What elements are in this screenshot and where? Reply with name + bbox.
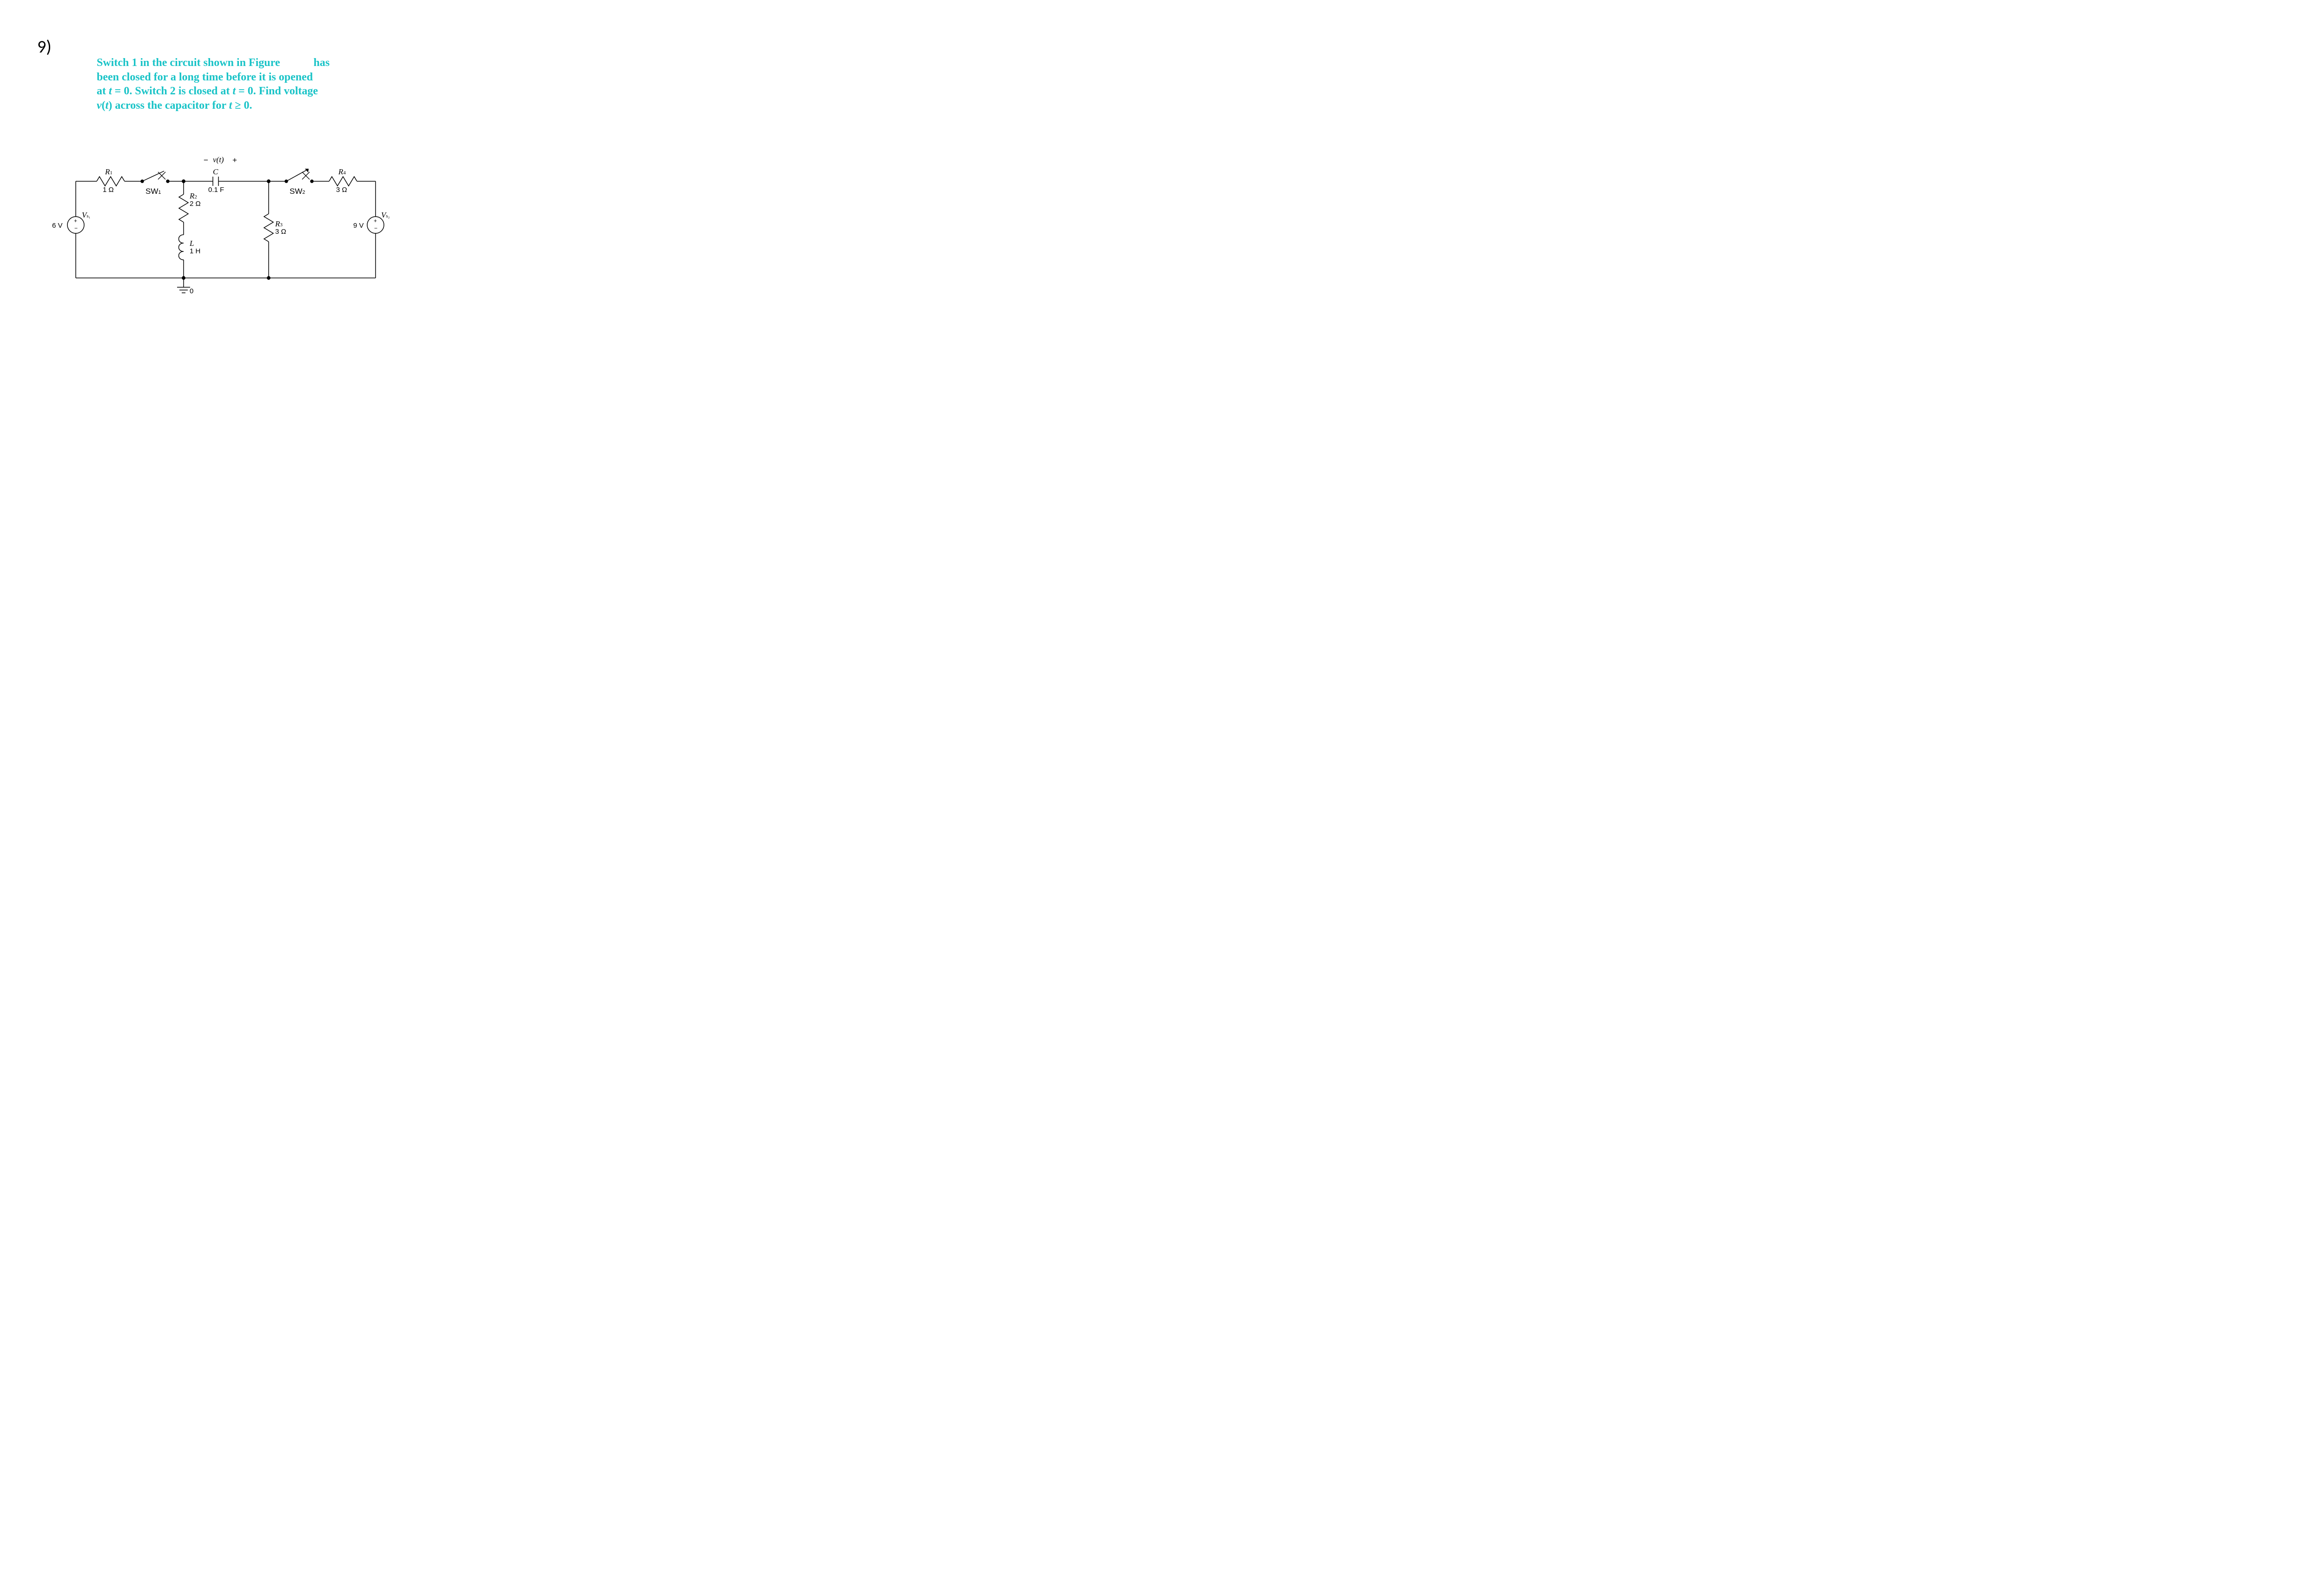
vs2-plus-icon: +: [374, 218, 377, 224]
l-label: L: [190, 239, 194, 248]
r2-label: R2: [190, 191, 197, 201]
problem-v: v: [97, 99, 102, 112]
problem-line3a: at: [97, 85, 109, 97]
vs2-label: Vs₂: [381, 211, 390, 220]
c-label: C: [213, 167, 218, 177]
problem-text: Switch 1 in the circuit shown in Figure …: [97, 56, 376, 113]
problem-line4f: ≥ 0.: [232, 99, 252, 112]
ground-label: 0: [190, 287, 193, 295]
r4-label: R4: [338, 167, 346, 177]
r3-value: 3 Ω: [275, 228, 286, 236]
vs2-value: 9 V: [353, 222, 364, 230]
problem-line1b: has: [313, 57, 330, 69]
problem-t1: t: [109, 85, 112, 97]
problem-line4d: ) across the capacitor for: [108, 99, 229, 112]
vt-plus: +: [232, 156, 237, 165]
c-value: 0.1 F: [208, 186, 224, 194]
r4-value: 3 Ω: [336, 186, 347, 194]
r1-value: 1 Ω: [103, 186, 114, 194]
problem-line3c: = 0. Switch 2 is closed at: [112, 85, 233, 97]
vs2-minus-icon: −: [374, 225, 377, 231]
problem-lp: (: [102, 99, 106, 112]
vs1-label: Vs₁: [82, 211, 91, 220]
r3-label: R3: [275, 219, 283, 229]
question-number: 9): [37, 36, 52, 58]
circuit-diagram: + − + − − v(t) + R1 1 Ω SW1 C 0.1 F R2 2…: [50, 153, 403, 307]
vs1-value: 6 V: [52, 222, 63, 230]
sw2-label: SW2: [290, 187, 305, 196]
r1-label: R1: [105, 167, 112, 177]
l-value: 1 H: [190, 247, 200, 255]
vt-minus: −: [204, 156, 208, 165]
problem-line1a: Switch 1 in the circuit shown in Figure: [97, 57, 280, 69]
vs1-plus-icon: +: [74, 218, 77, 224]
vs1-minus-icon: −: [74, 225, 78, 231]
problem-line2: been closed for a long time before it is…: [97, 71, 313, 83]
r2-value: 2 Ω: [190, 200, 201, 208]
vt-label: v(t): [213, 155, 224, 165]
problem-line3e: = 0. Find voltage: [236, 85, 318, 97]
sw1-label: SW1: [145, 187, 161, 196]
